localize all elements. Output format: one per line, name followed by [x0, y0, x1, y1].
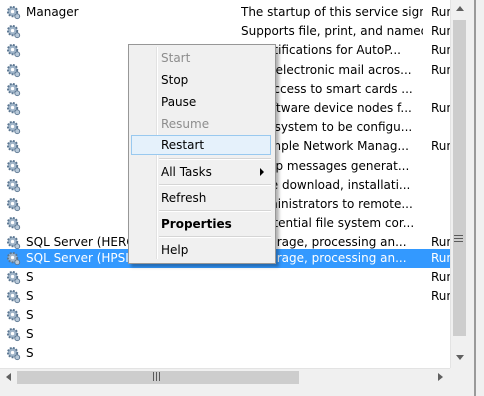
menu-item-all-tasks[interactable]: All Tasks — [131, 162, 271, 182]
service-status: Run — [431, 139, 450, 153]
horizontal-thumb-grip-icon — [153, 372, 161, 381]
service-gear-icon — [6, 216, 21, 231]
service-gear-icon — [6, 270, 21, 285]
service-gear-icon — [6, 159, 21, 174]
service-gear-icon — [6, 289, 21, 304]
service-gear-icon — [6, 101, 21, 116]
service-name: S — [26, 289, 34, 303]
service-status: Run — [431, 289, 450, 303]
service-name: S — [26, 346, 34, 360]
menu-separator — [159, 184, 271, 186]
service-description: Supports file, print, and named-... — [241, 24, 423, 38]
vertical-thumb-grip-icon — [454, 235, 463, 243]
service-gear-icon — [6, 251, 21, 266]
service-gear-icon — [6, 346, 21, 361]
menu-separator — [159, 158, 271, 160]
service-status: Run — [431, 63, 450, 77]
service-row[interactable]: S Run — [0, 268, 450, 287]
service-gear-icon — [6, 43, 21, 58]
service-gear-icon — [6, 139, 21, 154]
service-gear-icon — [6, 235, 21, 250]
service-gear-icon — [6, 82, 21, 97]
service-status: Run — [431, 43, 450, 57]
service-gear-icon — [6, 308, 21, 323]
service-name: SQL Server (HEROK — [26, 235, 144, 249]
service-description: The startup of this service signal... — [241, 5, 423, 19]
service-gear-icon — [6, 63, 21, 78]
service-row[interactable]: S — [0, 306, 450, 325]
menu-item-properties[interactable]: Properties — [131, 214, 271, 234]
menu-item-restart[interactable]: Restart — [131, 135, 271, 155]
service-status: Run — [431, 101, 450, 115]
scrollbar-corner — [450, 368, 468, 386]
menu-item-help[interactable]: Help — [131, 240, 271, 260]
service-status: Run — [431, 251, 450, 265]
service-name: S — [26, 308, 34, 322]
menu-item-start: Start — [161, 51, 191, 65]
horizontal-scrollbar[interactable] — [0, 368, 450, 386]
service-row[interactable]: S — [0, 325, 450, 344]
service-row[interactable]: Supports file, print, and named-... Run — [0, 22, 450, 41]
menu-separator — [159, 236, 271, 238]
menu-item-stop[interactable]: Stop — [131, 70, 271, 90]
scroll-left-arrow-icon[interactable] — [6, 373, 11, 381]
scroll-right-arrow-icon[interactable] — [438, 373, 443, 381]
context-menu: Start Stop Pause Resume Restart All Task… — [128, 44, 276, 264]
window-bottom-frame — [0, 386, 468, 396]
submenu-arrow-icon — [260, 168, 264, 176]
service-status: Run — [431, 5, 450, 19]
scroll-up-arrow-icon[interactable] — [456, 6, 464, 11]
service-row[interactable]: S Run — [0, 287, 450, 306]
service-name: SQL Server (HPSIM) — [26, 251, 144, 265]
service-row[interactable]: S — [0, 344, 450, 363]
service-name: S — [26, 270, 34, 284]
menu-item-resume: Resume — [161, 117, 210, 131]
service-status: Run — [431, 235, 450, 249]
window-right-frame — [468, 0, 484, 396]
service-status: Run — [431, 24, 450, 38]
service-gear-icon — [6, 197, 21, 212]
vertical-scrollbar[interactable] — [450, 0, 468, 368]
service-gear-icon — [6, 120, 21, 135]
service-gear-icon — [6, 24, 21, 39]
menu-item-pause[interactable]: Pause — [131, 92, 271, 112]
service-status: Run — [431, 270, 450, 284]
menu-item-refresh[interactable]: Refresh — [131, 188, 271, 208]
service-gear-icon — [6, 178, 21, 193]
menu-separator — [159, 210, 271, 212]
scroll-down-arrow-icon[interactable] — [456, 355, 464, 360]
service-name: Manager — [26, 5, 79, 19]
service-name: S — [26, 327, 34, 341]
service-gear-icon — [6, 327, 21, 342]
vertical-scroll-thumb[interactable] — [453, 20, 466, 336]
service-row[interactable]: Manager The startup of this service sign… — [0, 3, 450, 22]
service-gear-icon — [6, 5, 21, 20]
